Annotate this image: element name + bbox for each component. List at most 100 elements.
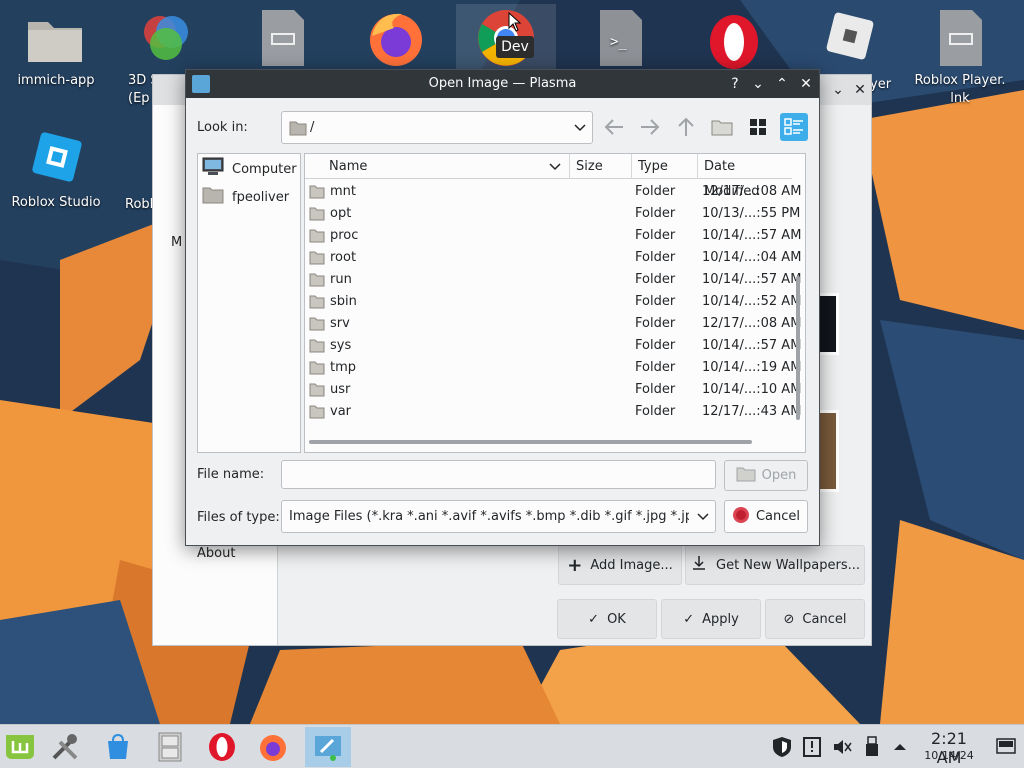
taskbar: 2:21 AM 10/14/24 <box>0 724 1024 768</box>
apply-button[interactable]: ✓ Apply <box>661 599 761 639</box>
kolourpaint-icon[interactable] <box>305 727 351 767</box>
desktop-icon-roblox-studio[interactable]: Roblox Studio <box>6 128 106 212</box>
show-desktop-icon[interactable] <box>994 735 1018 759</box>
desktop-icon-opera[interactable] <box>684 6 784 72</box>
get-new-wallpapers-button[interactable]: Get New Wallpapers... <box>685 545 865 585</box>
file-row-sbin[interactable]: sbin Folder 10/14/...:52 AM <box>305 291 801 313</box>
files-of-type-value: Image Files (*.kra *.ani *.avif *.avifs … <box>289 509 689 524</box>
mint-menu-icon[interactable] <box>0 727 40 767</box>
add-image-button[interactable]: + Add Image... <box>558 545 682 585</box>
tray-expand-icon[interactable] <box>888 735 912 759</box>
file-type-cell: Folder <box>635 184 676 199</box>
file-type-cell: Folder <box>635 206 676 221</box>
folder-icon <box>309 273 325 291</box>
firefox-icon[interactable] <box>253 727 293 767</box>
desktop-icon-label-line2: lnk <box>950 91 970 106</box>
vertical-scrollbar[interactable] <box>793 154 803 442</box>
volume-muted-icon[interactable] <box>830 735 854 759</box>
close-icon[interactable]: ✕ <box>797 75 815 93</box>
file-name-cell: sys <box>330 338 352 353</box>
minimize-icon[interactable]: ⌄ <box>829 81 847 99</box>
column-header-date[interactable]: Date Modified <box>698 154 792 199</box>
desktop-icon-firefox[interactable] <box>346 6 446 72</box>
file-type-cell: Folder <box>635 382 676 397</box>
minimize-icon[interactable]: ⌄ <box>749 75 767 93</box>
desktop-icon-terminal[interactable]: >_ <box>570 6 670 72</box>
desktop-icon-roblox-player-lnk[interactable]: Roblox Player. lnk <box>910 6 1010 108</box>
folder-icon <box>309 339 325 357</box>
notification-icon[interactable] <box>800 735 824 759</box>
system-tools-icon[interactable] <box>45 727 85 767</box>
software-store-icon[interactable] <box>98 727 138 767</box>
look-in-value: / <box>310 120 315 135</box>
file-name-cell: srv <box>330 316 350 331</box>
maximize-icon[interactable]: ⌃ <box>773 75 791 93</box>
back-icon[interactable] <box>600 113 628 141</box>
file-row-usr[interactable]: usr Folder 10/14/...:10 AM <box>305 379 801 401</box>
get-new-wallpapers-label: Get New Wallpapers... <box>716 557 860 573</box>
place-home[interactable]: fpeoliver <box>202 186 289 208</box>
file-row-proc[interactable]: proc Folder 10/14/...:57 AM <box>305 225 801 247</box>
file-row-root[interactable]: root Folder 10/14/...:04 AM <box>305 247 801 269</box>
file-date-cell: 10/13/...:55 PM <box>702 206 801 221</box>
files-of-type-label: Files of type: <box>197 510 280 525</box>
place-computer[interactable]: Computer <box>202 157 297 180</box>
opera-icon[interactable] <box>202 727 242 767</box>
file-list: Name Size Type Date Modified mnt Folder 12… <box>304 153 806 453</box>
shield-icon[interactable] <box>770 735 794 759</box>
files-of-type-combo[interactable]: Image Files (*.kra *.ani *.avif *.avifs … <box>281 500 716 533</box>
firefox-icon <box>364 6 428 70</box>
check-icon: ✓ <box>683 611 695 627</box>
desktop-icon-roblox-player[interactable] <box>798 6 898 72</box>
desktop-icon-immich-app[interactable]: immich-app <box>6 6 106 90</box>
file-name-cell: root <box>330 250 357 265</box>
file-row-tmp[interactable]: tmp Folder 10/14/...:19 AM <box>305 357 801 379</box>
column-header-size[interactable]: Size <box>570 154 632 179</box>
vertical-scroll-thumb[interactable] <box>796 276 800 420</box>
desktop-icon-label: Roblox Player. <box>914 73 1006 88</box>
clock-date[interactable]: 10/14/24 <box>918 749 980 762</box>
forward-icon[interactable] <box>636 113 664 141</box>
column-header-type[interactable]: Type <box>632 154 698 179</box>
file-row-mnt[interactable]: mnt Folder 12/17/...:08 AM <box>305 181 801 203</box>
folder-icon <box>309 229 325 247</box>
horizontal-scrollbar[interactable] <box>309 437 791 445</box>
icon-view-icon[interactable] <box>744 113 772 141</box>
new-folder-icon[interactable] <box>708 113 736 141</box>
file-row-srv[interactable]: srv Folder 12/17/...:08 AM <box>305 313 801 335</box>
detail-view-icon[interactable] <box>780 113 808 141</box>
chevron-down-icon <box>697 511 709 522</box>
file-cabinet-icon[interactable] <box>150 727 190 767</box>
file-type-cell: Folder <box>635 294 676 309</box>
file-row-var[interactable]: var Folder 12/17/...:43 AM <box>305 401 801 423</box>
desktop-icon-label: immich-app <box>17 73 95 88</box>
file-row-opt[interactable]: opt Folder 10/13/...:55 PM <box>305 203 800 225</box>
add-image-label: Add Image... <box>590 557 673 573</box>
desktop-icon-chrome-dev[interactable]: Dev <box>456 4 556 70</box>
horizontal-scroll-thumb[interactable] <box>309 440 752 444</box>
file-name-input[interactable] <box>281 460 716 489</box>
open-folder-icon <box>736 466 756 486</box>
folder-icon <box>289 120 307 140</box>
cancel-button[interactable]: Cancel <box>724 500 808 533</box>
ok-button[interactable]: ✓ OK <box>557 599 657 639</box>
place-label: Computer <box>232 161 297 177</box>
file-row-run[interactable]: run Folder 10/14/...:57 AM <box>305 269 801 291</box>
look-in-combo[interactable]: / <box>281 111 593 144</box>
sidebar-item-about[interactable]: About <box>197 546 235 561</box>
cancel-button[interactable]: ⊘ Cancel <box>765 599 865 639</box>
file-row-sys[interactable]: sys Folder 10/14/...:57 AM <box>305 335 801 357</box>
help-icon[interactable]: ? <box>726 75 744 93</box>
file-name-cell: tmp <box>330 360 357 375</box>
desktop-icon-shortcut[interactable] <box>232 6 332 72</box>
open-button[interactable]: Open <box>724 460 808 491</box>
download-icon <box>690 554 708 576</box>
close-icon[interactable]: ✕ <box>851 81 869 99</box>
usb-icon[interactable] <box>860 735 884 759</box>
color-wheel-icon <box>134 6 198 70</box>
file-type-cell: Folder <box>635 338 676 353</box>
column-header-name[interactable]: Name <box>305 154 570 179</box>
chevron-down-icon <box>574 123 586 131</box>
sidebar-item-partial[interactable]: M <box>171 235 182 250</box>
parent-folder-icon[interactable] <box>672 113 700 141</box>
